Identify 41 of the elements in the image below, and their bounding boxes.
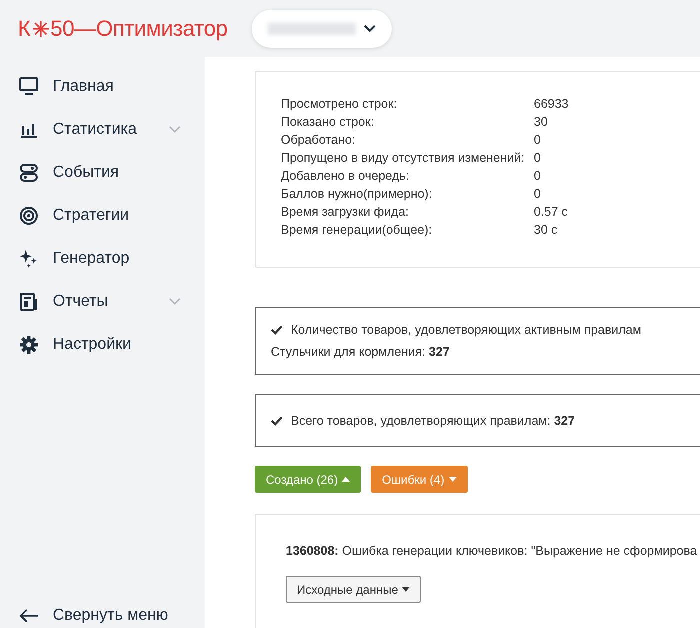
check-icon	[271, 416, 283, 426]
stat-value: 66933	[534, 96, 570, 112]
stat-label: Добавлено в очередь:	[281, 168, 410, 184]
sidebar-item[interactable]: Главная	[0, 72, 205, 102]
check-icon	[271, 325, 283, 335]
stat-value: 0	[534, 150, 542, 166]
sidebar-item[interactable]: Отчеты	[0, 287, 205, 317]
toggles-icon	[19, 163, 39, 183]
sidebar-item[interactable]: Статистика	[0, 115, 205, 145]
stat-value: 0	[534, 168, 542, 184]
asterisk-icon	[32, 20, 50, 38]
stat-label: Время загрузки фида:	[281, 204, 410, 220]
stat-value: 30 с	[534, 222, 559, 238]
stat-label: Баллов нужно(примерно):	[281, 186, 434, 202]
target-icon	[19, 206, 39, 226]
document-icon	[19, 292, 39, 312]
monitor-icon	[19, 77, 39, 97]
arrow-left-icon	[19, 609, 39, 623]
logo[interactable]: К 50—Оптимизатор	[18, 16, 228, 42]
caret-down-icon	[402, 587, 410, 592]
stat-label: Показано строк:	[281, 114, 376, 130]
stat-value: 0	[534, 186, 542, 202]
stat-value: 30	[534, 114, 549, 130]
stat-label: Просмотрено строк:	[281, 96, 398, 112]
sidebar-item[interactable]: События	[0, 158, 205, 188]
stat-label: Пропущено в виду отсутствия изменений:	[281, 150, 526, 166]
sidebar-item[interactable]: Генератор	[0, 244, 205, 274]
stat-value: 0.57 с	[534, 204, 570, 220]
source-data-button[interactable]: Исходные данные	[286, 576, 422, 603]
stat-value: 0	[534, 132, 542, 148]
project-dropdown[interactable]	[252, 10, 392, 48]
sidebar-item[interactable]: Настройки	[0, 330, 205, 360]
notice-text: Всего товаров, удовлетворяющих правилам: 327	[291, 412, 576, 428]
sparkles-icon	[19, 249, 39, 269]
sidebar-item[interactable]: Стратегии	[0, 201, 205, 231]
notice-text: Стульчики для кормления: 327	[271, 344, 450, 360]
stat-label: Обработано:	[281, 132, 356, 148]
error-message: 1360808: Ошибка генерации ключевиков: "Выражение не сформирова	[286, 543, 698, 559]
collapse-menu-button[interactable]: Свернуть меню	[0, 601, 205, 628]
notice-text: Количество товаров, удовлетворяющих активным правилам	[291, 322, 642, 338]
stat-label: Время генерации(общее):	[281, 222, 434, 238]
